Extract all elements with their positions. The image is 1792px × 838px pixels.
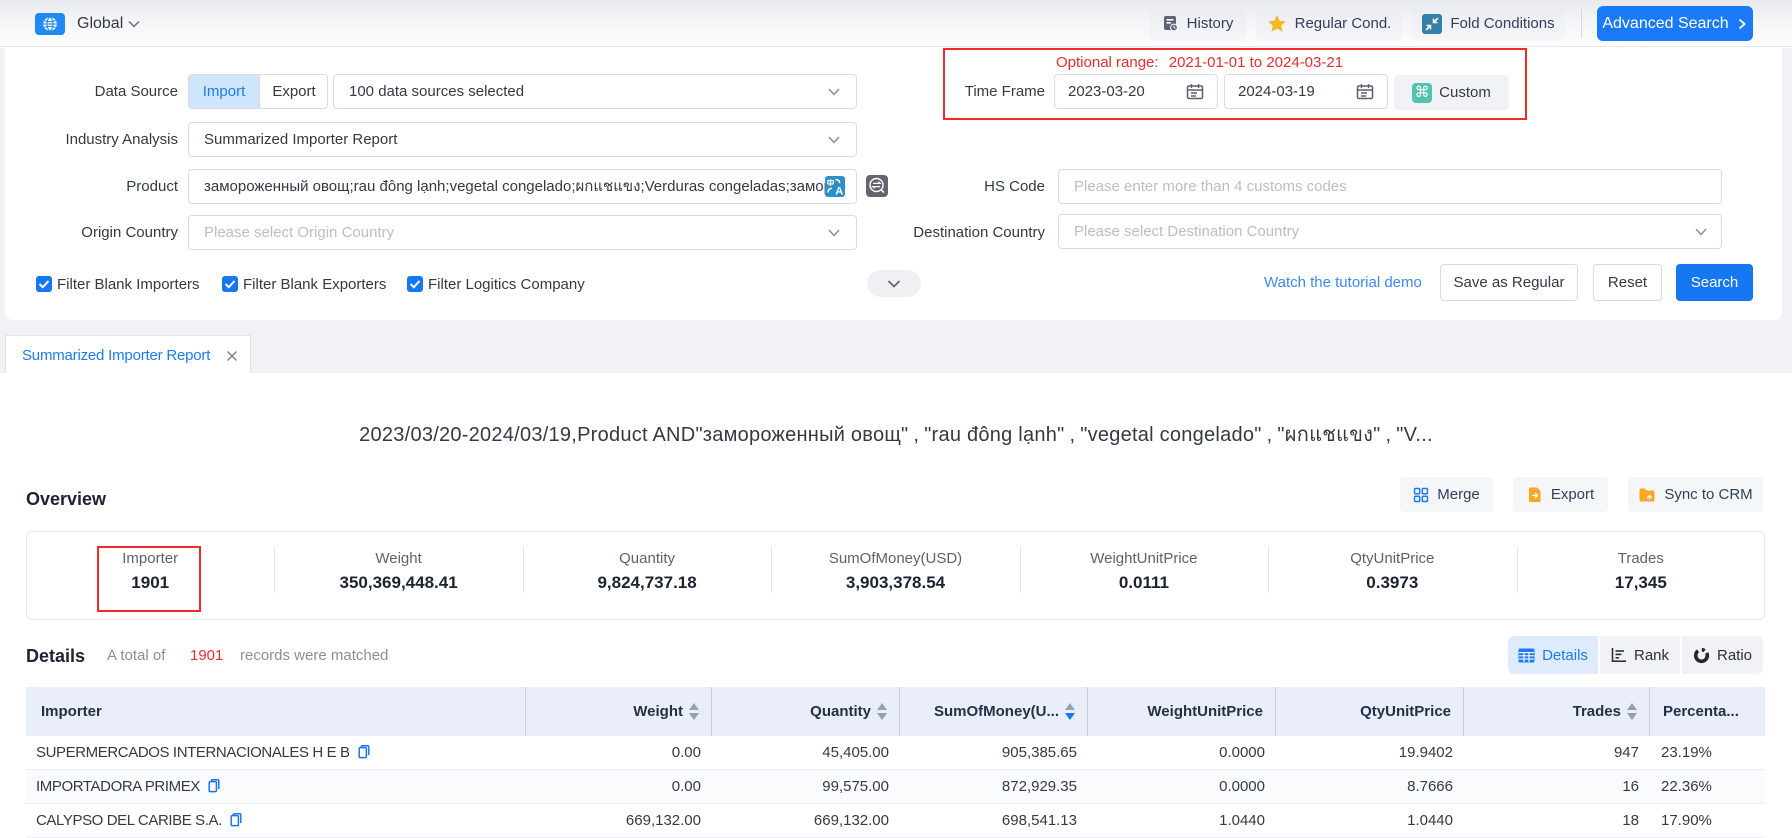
svg-text:A: A — [835, 186, 843, 198]
